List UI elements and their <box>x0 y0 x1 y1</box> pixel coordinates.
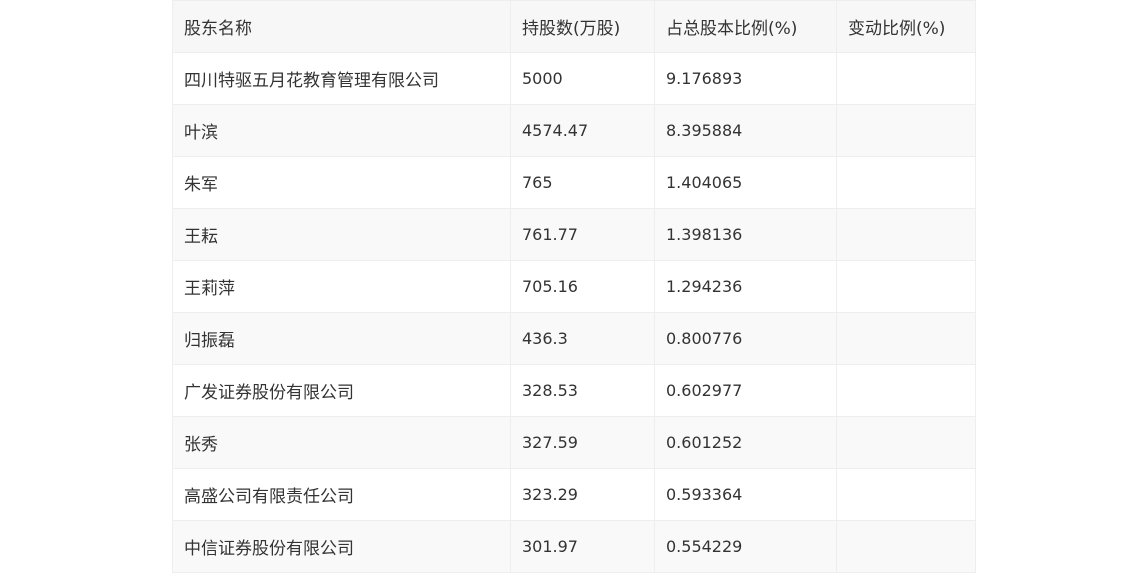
cell-change <box>836 312 976 365</box>
cell-change <box>836 416 976 469</box>
cell-shareholder-name: 中信证券股份有限公司 <box>172 520 511 573</box>
table-row: 广发证券股份有限公司 328.53 0.602977 <box>172 364 976 417</box>
cell-shares: 436.3 <box>510 312 655 365</box>
cell-shares: 4574.47 <box>510 104 655 157</box>
table-row: 朱军 765 1.404065 <box>172 156 976 209</box>
cell-shareholder-name: 归振磊 <box>172 312 511 365</box>
cell-shareholder-name: 广发证券股份有限公司 <box>172 364 511 417</box>
header-change: 变动比例(%) <box>836 0 976 53</box>
cell-change <box>836 208 976 261</box>
header-shares: 持股数(万股) <box>510 0 655 53</box>
header-row: 股东名称 持股数(万股) 占总股本比例(%) 变动比例(%) <box>172 0 976 53</box>
cell-ratio: 0.601252 <box>654 416 837 469</box>
cell-shares: 705.16 <box>510 260 655 313</box>
cell-shares: 765 <box>510 156 655 209</box>
table-row: 王莉萍 705.16 1.294236 <box>172 260 976 313</box>
cell-shares: 5000 <box>510 52 655 105</box>
table-row: 中信证券股份有限公司 301.97 0.554229 <box>172 520 976 573</box>
table-row: 高盛公司有限责任公司 323.29 0.593364 <box>172 468 976 521</box>
cell-shares: 301.97 <box>510 520 655 573</box>
cell-shareholder-name: 叶滨 <box>172 104 511 157</box>
cell-ratio: 8.395884 <box>654 104 837 157</box>
cell-change <box>836 468 976 521</box>
shareholder-table: 股东名称 持股数(万股) 占总股本比例(%) 变动比例(%) 四川特驱五月花教育… <box>172 0 976 573</box>
cell-shares: 323.29 <box>510 468 655 521</box>
cell-change <box>836 520 976 573</box>
cell-change <box>836 52 976 105</box>
cell-ratio: 0.593364 <box>654 468 837 521</box>
table-row: 归振磊 436.3 0.800776 <box>172 312 976 365</box>
header-ratio: 占总股本比例(%) <box>654 0 837 53</box>
cell-shares: 327.59 <box>510 416 655 469</box>
cell-shareholder-name: 张秀 <box>172 416 511 469</box>
cell-ratio: 0.800776 <box>654 312 837 365</box>
cell-shares: 761.77 <box>510 208 655 261</box>
shareholder-table-container: 股东名称 持股数(万股) 占总股本比例(%) 变动比例(%) 四川特驱五月花教育… <box>172 0 976 573</box>
cell-shares: 328.53 <box>510 364 655 417</box>
table-row: 四川特驱五月花教育管理有限公司 5000 9.176893 <box>172 52 976 105</box>
cell-change <box>836 260 976 313</box>
table-body: 四川特驱五月花教育管理有限公司 5000 9.176893 叶滨 4574.47… <box>172 52 976 573</box>
table-row: 叶滨 4574.47 8.395884 <box>172 104 976 157</box>
table-header: 股东名称 持股数(万股) 占总股本比例(%) 变动比例(%) <box>172 0 976 53</box>
table-row: 张秀 327.59 0.601252 <box>172 416 976 469</box>
cell-shareholder-name: 高盛公司有限责任公司 <box>172 468 511 521</box>
cell-change <box>836 104 976 157</box>
cell-shareholder-name: 王耘 <box>172 208 511 261</box>
cell-ratio: 9.176893 <box>654 52 837 105</box>
cell-change <box>836 364 976 417</box>
cell-ratio: 1.398136 <box>654 208 837 261</box>
cell-ratio: 0.602977 <box>654 364 837 417</box>
cell-ratio: 1.294236 <box>654 260 837 313</box>
cell-shareholder-name: 王莉萍 <box>172 260 511 313</box>
cell-shareholder-name: 四川特驱五月花教育管理有限公司 <box>172 52 511 105</box>
table-row: 王耘 761.77 1.398136 <box>172 208 976 261</box>
cell-ratio: 1.404065 <box>654 156 837 209</box>
cell-change <box>836 156 976 209</box>
cell-shareholder-name: 朱军 <box>172 156 511 209</box>
header-shareholder-name: 股东名称 <box>172 0 511 53</box>
cell-ratio: 0.554229 <box>654 520 837 573</box>
